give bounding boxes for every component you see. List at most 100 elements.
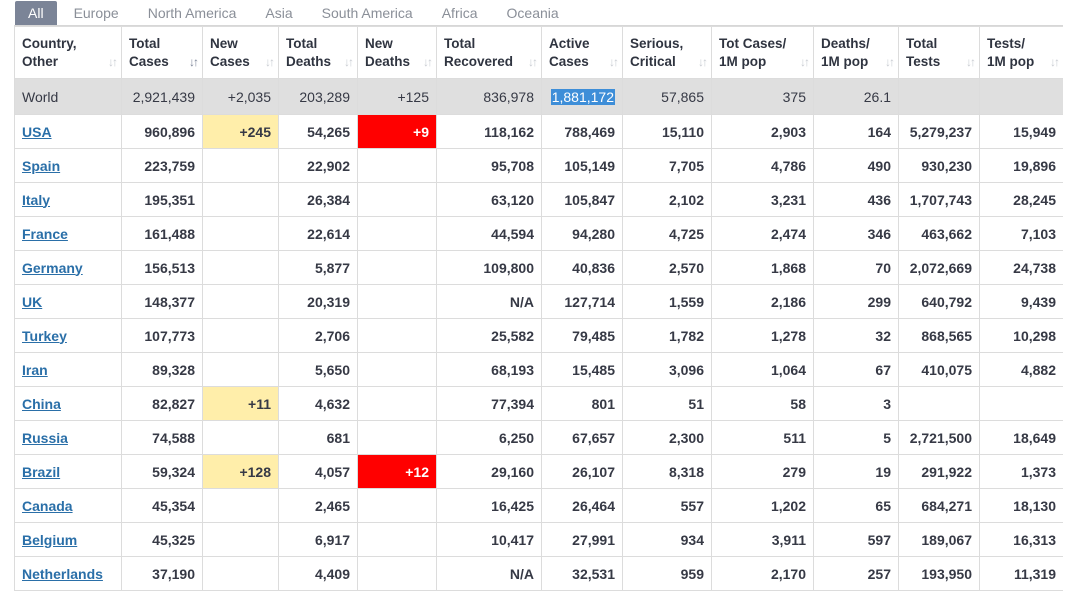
country-link[interactable]: Belgium xyxy=(22,532,77,548)
cell-new-deaths xyxy=(357,250,437,285)
country-link[interactable]: China xyxy=(22,396,61,412)
cell-total-cases: 960,896 xyxy=(121,114,203,149)
cell-total-recovered: N/A xyxy=(436,284,542,319)
cell-new-cases: +128 xyxy=(202,454,279,489)
cell-active-cases: 1,881,172 xyxy=(541,78,623,115)
table-row: France 161,488 22,614 44,594 94,280 4,725 2,47… xyxy=(14,216,1063,251)
cell-tests-per-1m: 10,298 xyxy=(979,318,1063,353)
cell-tot-cases-per-1m: 279 xyxy=(711,454,814,489)
tab-oceania[interactable]: Oceania xyxy=(495,1,571,25)
cell-total-deaths: 22,614 xyxy=(278,216,358,251)
cell-total-cases: 2,921,439 xyxy=(121,78,203,115)
sort-arrows-icon[interactable]: ↓↑ xyxy=(885,53,895,71)
country-link[interactable]: Germany xyxy=(22,260,83,276)
column-header-serious-critical[interactable]: Serious, Critical ↓↑ xyxy=(622,26,712,79)
table-row: Netherlands 37,190 4,409 N/A 32,531 959 2,170 2… xyxy=(14,556,1063,591)
country-link[interactable]: Italy xyxy=(22,192,50,208)
sort-arrows-icon[interactable]: ↓↑ xyxy=(265,53,275,71)
sort-arrows-icon[interactable]: ↓↑ xyxy=(609,53,619,71)
sort-arrows-icon[interactable]: ↓↑ xyxy=(189,53,199,71)
cell-total-tests: 640,792 xyxy=(898,284,980,319)
cell-tot-cases-per-1m: 3,911 xyxy=(711,522,814,557)
table-row: Germany 156,513 5,877 109,800 40,836 2,570 1,8… xyxy=(14,250,1063,285)
column-header-new-deaths[interactable]: New Deaths ↓↑ xyxy=(357,26,437,79)
column-header-deaths-per-1m[interactable]: Deaths/1M pop ↓↑ xyxy=(813,26,899,79)
country-link[interactable]: Canada xyxy=(22,498,73,514)
region-tabs: All Europe North America Asia South America A… xyxy=(15,0,1065,25)
cell-active-cases: 788,469 xyxy=(541,114,623,149)
cell-total-tests: 1,707,743 xyxy=(898,182,980,217)
cell-total-tests: 684,271 xyxy=(898,488,980,523)
cell-total-cases: 161,488 xyxy=(121,216,203,251)
country-link[interactable]: Russia xyxy=(22,430,68,446)
country-link[interactable]: Netherlands xyxy=(22,566,103,582)
column-header-line2: Critical xyxy=(630,53,676,69)
cell-deaths-per-1m: 26.1 xyxy=(813,78,899,115)
column-header-total-recovered[interactable]: Total Recovered ↓↑ xyxy=(436,26,542,79)
cell-new-cases xyxy=(202,148,279,183)
cell-deaths-per-1m: 19 xyxy=(813,454,899,489)
cell-serious-critical: 1,559 xyxy=(622,284,712,319)
sort-arrows-icon[interactable]: ↓↑ xyxy=(1050,53,1060,71)
country-link[interactable]: UK xyxy=(22,294,42,310)
column-header-total-deaths[interactable]: Total Deaths ↓↑ xyxy=(278,26,358,79)
country-link[interactable]: Spain xyxy=(22,158,60,174)
cell-total-recovered: 77,394 xyxy=(436,386,542,421)
column-header-new-cases[interactable]: New Cases ↓↑ xyxy=(202,26,279,79)
tab-south-america[interactable]: South America xyxy=(310,1,425,25)
sort-arrows-icon[interactable]: ↓↑ xyxy=(800,53,810,71)
sort-arrows-icon[interactable]: ↓↑ xyxy=(344,53,354,71)
cell-new-cases xyxy=(202,250,279,285)
cell-deaths-per-1m: 65 xyxy=(813,488,899,523)
table-row: USA 960,896 +245 54,265 +9 118,162 788,469 15,1… xyxy=(14,114,1063,149)
sort-arrows-icon[interactable]: ↓↑ xyxy=(528,53,538,71)
column-header-total-cases[interactable]: Total Cases ↓↑ xyxy=(121,26,203,79)
cell-total-tests: 189,067 xyxy=(898,522,980,557)
country-link[interactable]: USA xyxy=(22,124,52,140)
cell-country: China xyxy=(14,386,122,421)
cell-country: Spain xyxy=(14,148,122,183)
tab-north-america[interactable]: North America xyxy=(136,1,249,25)
column-header-tot-cases-per-1m[interactable]: Tot Cases/1M pop ↓↑ xyxy=(711,26,814,79)
country-link[interactable]: France xyxy=(22,226,68,242)
column-header-total-tests[interactable]: Total Tests ↓↑ xyxy=(898,26,980,79)
country-link[interactable]: Iran xyxy=(22,362,48,378)
selected-text[interactable]: 1,881,172 xyxy=(550,88,615,105)
sort-arrows-icon[interactable]: ↓↑ xyxy=(423,53,433,71)
cell-serious-critical: 934 xyxy=(622,522,712,557)
table-row: Russia 74,588 681 6,250 67,657 2,300 511 5 2,721… xyxy=(14,420,1063,455)
cell-new-deaths xyxy=(357,522,437,557)
cell-total-tests: 463,662 xyxy=(898,216,980,251)
cell-country: Netherlands xyxy=(14,556,122,591)
cell-total-cases: 45,354 xyxy=(121,488,203,523)
tab-asia[interactable]: Asia xyxy=(253,1,304,25)
cell-deaths-per-1m: 67 xyxy=(813,352,899,387)
tab-africa[interactable]: Africa xyxy=(430,1,490,25)
cell-total-recovered: 836,978 xyxy=(436,78,542,115)
cell-active-cases: 26,464 xyxy=(541,488,623,523)
cell-new-deaths xyxy=(357,216,437,251)
column-header-tests-per-1m[interactable]: Tests/1M pop ↓↑ xyxy=(979,26,1063,79)
cell-new-deaths xyxy=(357,284,437,319)
sort-arrows-icon[interactable]: ↓↑ xyxy=(108,53,118,71)
sort-arrows-icon[interactable]: ↓↑ xyxy=(966,53,976,71)
column-header-active-cases[interactable]: Active Cases ↓↑ xyxy=(541,26,623,79)
cell-total-recovered: 68,193 xyxy=(436,352,542,387)
column-header-line1: Serious, xyxy=(630,35,684,51)
sort-arrows-icon[interactable]: ↓↑ xyxy=(698,53,708,71)
cell-new-deaths xyxy=(357,488,437,523)
country-link[interactable]: Turkey xyxy=(22,328,67,344)
stats-table-container: Country, Other ↓↑ Total Cases ↓↑ New Cases ↓↑ Tot… xyxy=(14,25,1063,604)
cell-tests-per-1m xyxy=(979,386,1063,421)
column-header-country[interactable]: Country, Other ↓↑ xyxy=(14,26,122,79)
cell-serious-critical: 1,782 xyxy=(622,318,712,353)
tab-europe[interactable]: Europe xyxy=(62,1,131,25)
cell-total-deaths: 203,289 xyxy=(278,78,358,115)
cell-total-cases: 223,759 xyxy=(121,148,203,183)
cell-tot-cases-per-1m: 2,903 xyxy=(711,114,814,149)
cell-serious-critical: 2,570 xyxy=(622,250,712,285)
tab-all[interactable]: All xyxy=(15,1,57,25)
table-row: Iran 89,328 5,650 68,193 15,485 3,096 1,064 67 4… xyxy=(14,352,1063,387)
country-link[interactable]: Brazil xyxy=(22,464,60,480)
cell-total-tests xyxy=(898,78,980,115)
